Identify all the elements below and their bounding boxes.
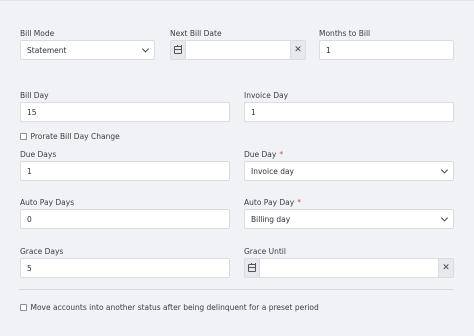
invoice-day-input[interactable]: 1 bbox=[244, 102, 454, 122]
divider bbox=[19, 289, 454, 290]
invoice-day-value: 1 bbox=[251, 107, 256, 117]
required-mark: * bbox=[279, 150, 284, 159]
next-bill-date-input[interactable] bbox=[185, 40, 291, 60]
grace-days-input[interactable]: 5 bbox=[20, 258, 230, 278]
chevron-down-icon bbox=[440, 166, 449, 174]
auto-pay-days-input[interactable]: 0 bbox=[20, 209, 230, 229]
calendar-button[interactable] bbox=[244, 258, 259, 278]
calendar-icon bbox=[248, 262, 256, 272]
bill-mode-value: Statement bbox=[27, 45, 67, 55]
bill-day-label: Bill Day bbox=[20, 91, 49, 100]
bill-day-value: 15 bbox=[27, 107, 37, 117]
close-icon: ✕ bbox=[294, 44, 302, 55]
prorate-label: Prorate Bill Day Change bbox=[30, 132, 120, 141]
chevron-down-icon bbox=[141, 45, 150, 53]
chevron-down-icon bbox=[440, 214, 449, 222]
grace-days-label: Grace Days bbox=[20, 247, 64, 256]
bill-mode-label: Bill Mode bbox=[20, 29, 55, 38]
clear-date-button[interactable]: ✕ bbox=[291, 40, 306, 60]
due-days-input[interactable]: 1 bbox=[20, 161, 230, 181]
grace-until-input[interactable] bbox=[259, 258, 439, 278]
due-day-select[interactable]: Invoice day bbox=[244, 161, 454, 181]
months-to-bill-input[interactable]: 1 bbox=[319, 40, 454, 60]
grace-until-picker: ✕ bbox=[244, 258, 454, 278]
billing-settings-panel: Bill Mode Statement Next Bill Date ✕ Mon… bbox=[0, 0, 474, 336]
due-days-value: 1 bbox=[27, 166, 32, 176]
auto-pay-day-select[interactable]: Billing day bbox=[244, 209, 454, 229]
due-day-label: Due Day * bbox=[244, 150, 283, 159]
calendar-button[interactable] bbox=[170, 40, 185, 60]
bill-mode-select[interactable]: Statement bbox=[20, 40, 155, 60]
auto-pay-day-label-text: Auto Pay Day bbox=[244, 198, 295, 207]
auto-pay-day-label: Auto Pay Day * bbox=[244, 198, 301, 207]
auto-pay-days-value: 0 bbox=[27, 214, 32, 224]
grace-days-value: 5 bbox=[27, 263, 32, 273]
move-accounts-checkbox-row[interactable]: Move accounts into another status after … bbox=[20, 303, 319, 312]
next-bill-date-picker: ✕ bbox=[170, 40, 306, 60]
calendar-icon bbox=[174, 44, 182, 54]
auto-pay-days-label: Auto Pay Days bbox=[20, 198, 75, 207]
months-to-bill-value: 1 bbox=[326, 45, 331, 55]
due-days-label: Due Days bbox=[20, 150, 57, 159]
due-day-value: Invoice day bbox=[251, 166, 294, 176]
clear-date-button[interactable]: ✕ bbox=[439, 258, 454, 278]
bill-day-input[interactable]: 15 bbox=[20, 102, 230, 122]
move-accounts-label: Move accounts into another status after … bbox=[30, 303, 319, 312]
move-accounts-checkbox[interactable] bbox=[20, 304, 27, 311]
prorate-checkbox-row[interactable]: Prorate Bill Day Change bbox=[20, 132, 120, 141]
next-bill-date-label: Next Bill Date bbox=[170, 29, 222, 38]
close-icon: ✕ bbox=[442, 262, 450, 273]
months-to-bill-label: Months to Bill bbox=[319, 29, 371, 38]
auto-pay-day-value: Billing day bbox=[251, 214, 291, 224]
required-mark: * bbox=[297, 198, 301, 207]
due-day-label-text: Due Day bbox=[244, 150, 277, 159]
prorate-checkbox[interactable] bbox=[20, 133, 27, 140]
invoice-day-label: Invoice Day bbox=[244, 91, 289, 100]
grace-until-label: Grace Until bbox=[244, 247, 286, 256]
